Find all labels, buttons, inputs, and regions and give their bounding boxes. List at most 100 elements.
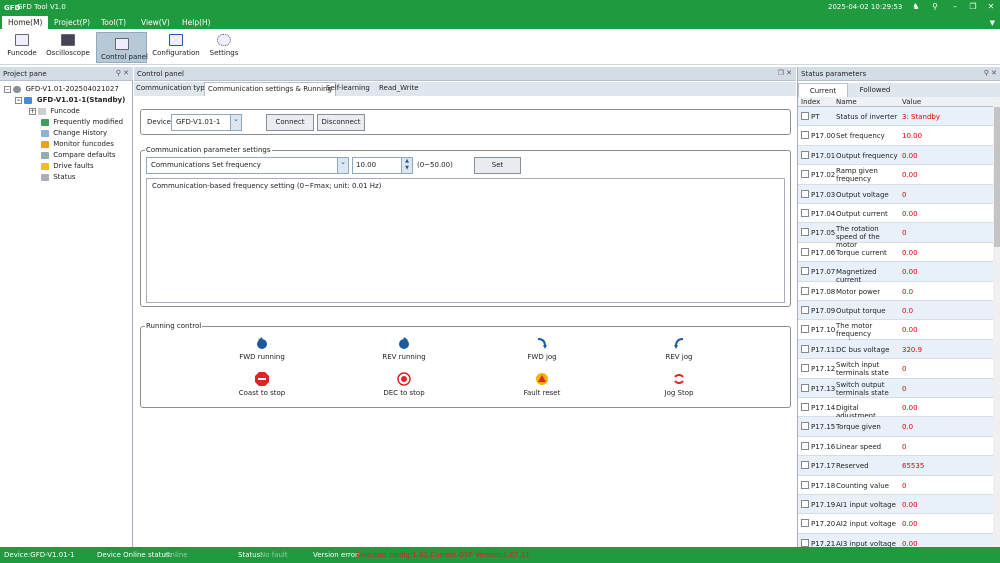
row-checkbox[interactable] bbox=[801, 247, 809, 256]
row-checkbox[interactable] bbox=[801, 344, 809, 353]
oscilloscope-button[interactable]: Oscilloscope bbox=[44, 32, 92, 63]
tree-item-funcode[interactable]: + Funcode bbox=[29, 107, 80, 115]
jog-stop-button[interactable]: Jog Stop bbox=[634, 372, 724, 397]
row-checkbox[interactable] bbox=[801, 461, 809, 470]
table-row[interactable]: P17.12 Switch input terminals state 0 bbox=[798, 359, 993, 379]
table-row[interactable]: P17.16 Linear speed 0 bbox=[798, 437, 993, 457]
funcode-button[interactable]: Funcode bbox=[4, 32, 40, 63]
row-checkbox[interactable] bbox=[801, 364, 809, 373]
expand-icon[interactable]: + bbox=[29, 107, 36, 115]
row-checkbox[interactable] bbox=[801, 131, 809, 140]
settings-button[interactable]: Settings bbox=[207, 32, 241, 63]
row-checkbox[interactable] bbox=[801, 403, 809, 411]
row-checkbox[interactable] bbox=[801, 480, 809, 489]
menu-home[interactable]: Home(M) bbox=[2, 16, 49, 29]
row-checkbox[interactable] bbox=[801, 441, 809, 450]
configuration-button[interactable]: Configuration bbox=[152, 32, 200, 63]
row-checkbox[interactable] bbox=[801, 267, 809, 276]
table-row[interactable]: P17.09 Output torque 0.0 bbox=[798, 301, 993, 321]
row-checkbox[interactable] bbox=[801, 228, 809, 237]
tree-item-frequently-modified[interactable]: Frequently modified bbox=[41, 118, 123, 126]
param-value-stepper[interactable]: 10.00 ▲ ▼ bbox=[352, 157, 413, 174]
collapse-icon[interactable]: – bbox=[4, 85, 11, 93]
fault-reset-button[interactable]: Fault reset bbox=[497, 372, 587, 397]
connect-button[interactable]: Connect bbox=[266, 114, 314, 131]
table-row[interactable]: P17.06 Torque current 0.00 bbox=[798, 243, 993, 263]
chevron-down-icon[interactable]: ▼ bbox=[990, 19, 995, 27]
table-row[interactable]: P17.08 Motor power 0.0 bbox=[798, 282, 993, 301]
table-row[interactable]: P17.13 Switch output terminals state 0 bbox=[798, 378, 993, 398]
chevron-down-icon[interactable]: ⌄ bbox=[337, 158, 348, 173]
table-row[interactable]: P17.10The motor frequency evalua...0.00 bbox=[798, 320, 993, 346]
device-select[interactable]: GFD-V1.01-1 ⌄ bbox=[171, 114, 242, 131]
coast-to-stop-button[interactable]: Coast to stop bbox=[217, 372, 307, 397]
table-row[interactable]: P17.02 Ramp given frequency 0.00 bbox=[798, 165, 993, 185]
row-checkbox[interactable] bbox=[801, 209, 809, 217]
table-row[interactable]: P17.07 Magnetized current 0.00 bbox=[798, 262, 993, 284]
tree-item-drive-faults[interactable]: Drive faults bbox=[41, 162, 94, 170]
maximize-icon[interactable]: ❐ bbox=[967, 2, 979, 11]
tab-followed[interactable]: Followed bbox=[850, 83, 900, 97]
table-row[interactable]: P17.15 Torque given 0.0 bbox=[798, 417, 993, 437]
control-panel-button[interactable]: Control panel bbox=[96, 32, 148, 63]
menu-view[interactable]: View(V) bbox=[141, 18, 170, 27]
fwd-jog-button[interactable]: FWD jog bbox=[497, 336, 587, 361]
chevron-down-icon[interactable]: ⌄ bbox=[230, 115, 241, 130]
minimize-icon[interactable]: – bbox=[949, 2, 961, 11]
table-row[interactable]: P17.01 Output frequency 0.00 bbox=[798, 145, 993, 166]
pane-float-close-icons[interactable]: ❐ ✕ bbox=[778, 69, 792, 77]
table-row[interactable]: P17.00 Set frequency 10.00 bbox=[798, 126, 993, 146]
param-select[interactable]: Communications Set frequency ⌄ bbox=[146, 157, 349, 174]
fwd-running-button[interactable]: FWD running bbox=[217, 336, 307, 361]
collapse-icon[interactable]: – bbox=[15, 96, 22, 104]
table-row[interactable]: P17.05 The rotation speed of the motor 0 bbox=[798, 223, 993, 249]
set-button[interactable]: Set bbox=[474, 157, 521, 174]
table-row[interactable]: P17.20 AI2 input voltage 0.00 bbox=[798, 514, 993, 534]
column-index[interactable]: Index bbox=[801, 98, 820, 106]
menu-tool[interactable]: Tool(T) bbox=[101, 18, 126, 27]
table-row[interactable]: P17.17 Reserved 65535 bbox=[798, 456, 993, 476]
tree-item-monitor-funcodes[interactable]: Monitor funcodes bbox=[41, 140, 114, 148]
status-scrollbar[interactable] bbox=[993, 97, 1000, 547]
column-value[interactable]: Value bbox=[902, 98, 921, 106]
table-row[interactable]: PT Status of inverter 3: Standby bbox=[798, 107, 993, 127]
row-checkbox[interactable] bbox=[801, 519, 809, 528]
tab-self-learning[interactable]: Self-learning bbox=[326, 84, 370, 92]
table-row[interactable]: P17.21 AI3 input voltage 0.00 bbox=[798, 533, 993, 547]
table-row[interactable]: P17.19 AI1 input voltage 0.00 bbox=[798, 495, 993, 515]
row-checkbox[interactable] bbox=[801, 150, 809, 159]
table-row[interactable]: P17.04 Output current 0.00 bbox=[798, 204, 993, 224]
tree-item-compare-defaults[interactable]: Compare defaults bbox=[41, 151, 116, 159]
stepper-arrows-icon[interactable]: ▲ ▼ bbox=[401, 158, 412, 173]
pane-pin-close-icons[interactable]: ⚲ ✕ bbox=[984, 69, 997, 77]
rev-running-button[interactable]: REV running bbox=[359, 336, 449, 361]
close-icon[interactable]: ✕ bbox=[985, 2, 997, 11]
disconnect-button[interactable]: Disconnect bbox=[317, 114, 365, 131]
row-checkbox[interactable] bbox=[801, 286, 809, 295]
scrollbar-thumb[interactable] bbox=[994, 107, 1000, 247]
menu-project[interactable]: Project(P) bbox=[54, 18, 90, 27]
row-checkbox[interactable] bbox=[801, 189, 809, 198]
tab-read-write[interactable]: Read_Write bbox=[379, 84, 419, 92]
row-checkbox[interactable] bbox=[801, 325, 809, 334]
row-checkbox[interactable] bbox=[801, 500, 809, 508]
tab-current[interactable]: Current bbox=[798, 83, 848, 97]
menu-help[interactable]: Help(H) bbox=[182, 18, 211, 27]
tree-root[interactable]: – GFD-V1.01-202504021027 bbox=[4, 85, 119, 93]
rev-jog-button[interactable]: REV jog bbox=[634, 336, 724, 361]
tab-communication-type[interactable]: Communication type bbox=[136, 84, 209, 92]
table-row[interactable]: P17.03 Output voltage 0 bbox=[798, 184, 993, 204]
tree-item-status[interactable]: Status bbox=[41, 173, 76, 181]
tab-communication-settings[interactable]: Communication settings & Running bbox=[204, 82, 336, 96]
row-checkbox[interactable] bbox=[801, 383, 809, 392]
skin-icon[interactable]: ♞ bbox=[910, 2, 922, 11]
table-row[interactable]: P17.11 DC bus voltage 320.9 bbox=[798, 339, 993, 360]
row-checkbox[interactable] bbox=[801, 422, 809, 431]
column-name[interactable]: Name bbox=[836, 98, 857, 106]
row-checkbox[interactable] bbox=[801, 170, 809, 179]
row-checkbox[interactable] bbox=[801, 112, 809, 120]
table-row[interactable]: P17.18 Counting value 0 bbox=[798, 476, 993, 495]
pin-icon[interactable]: ⚲ bbox=[929, 2, 941, 11]
tree-device[interactable]: – GFD-V1.01-1(Standby) bbox=[15, 96, 125, 104]
row-checkbox[interactable] bbox=[801, 538, 809, 547]
